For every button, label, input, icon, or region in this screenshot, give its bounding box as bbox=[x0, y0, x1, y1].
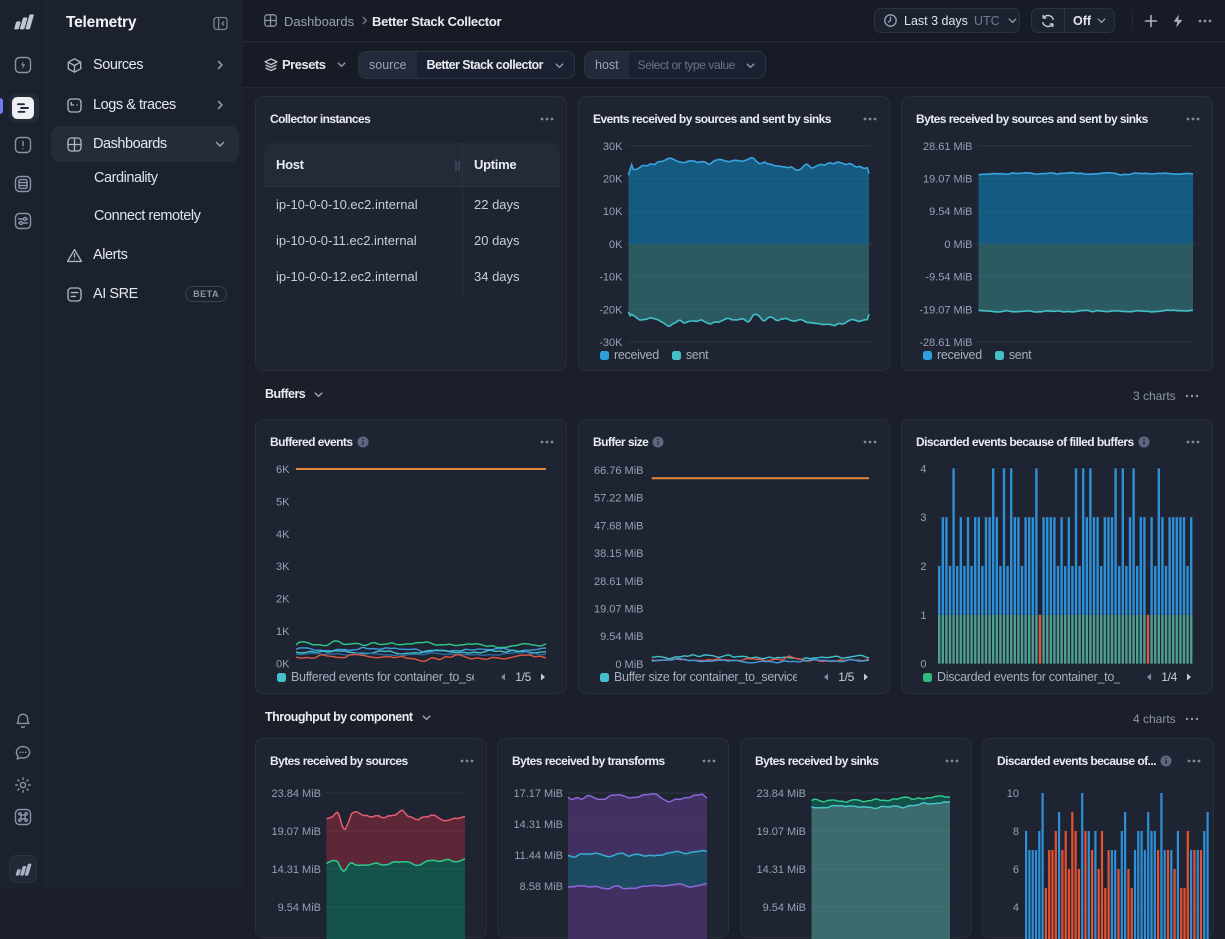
svg-text:10: 10 bbox=[1007, 788, 1019, 800]
svg-text:14.31 MiB: 14.31 MiB bbox=[513, 819, 563, 831]
svg-text:-10K: -10K bbox=[599, 272, 623, 284]
svg-text:2K: 2K bbox=[276, 594, 290, 606]
svg-text:-9.54 MiB: -9.54 MiB bbox=[925, 272, 972, 284]
svg-text:5K: 5K bbox=[276, 496, 290, 508]
svg-text:4: 4 bbox=[920, 463, 926, 475]
svg-text:3K: 3K bbox=[276, 561, 290, 573]
svg-text:23.84 MiB: 23.84 MiB bbox=[756, 788, 806, 800]
svg-text:17.17 MiB: 17.17 MiB bbox=[513, 788, 563, 800]
svg-text:19.07 MiB: 19.07 MiB bbox=[594, 604, 644, 616]
svg-text:-19.07 MiB: -19.07 MiB bbox=[919, 304, 972, 316]
svg-text:1K: 1K bbox=[276, 626, 290, 638]
svg-text:0K: 0K bbox=[609, 239, 623, 251]
svg-text:6: 6 bbox=[1013, 864, 1019, 876]
svg-text:14.31 MiB: 14.31 MiB bbox=[756, 864, 806, 876]
svg-text:9.54 MiB: 9.54 MiB bbox=[929, 206, 972, 218]
svg-text:14.31 MiB: 14.31 MiB bbox=[271, 864, 321, 876]
svg-text:8: 8 bbox=[1013, 826, 1019, 838]
svg-text:10K: 10K bbox=[603, 206, 623, 218]
svg-text:0 MiB: 0 MiB bbox=[944, 239, 972, 251]
svg-text:9.54 MiB: 9.54 MiB bbox=[600, 631, 643, 643]
svg-text:38.15 MiB: 38.15 MiB bbox=[594, 548, 644, 560]
svg-text:3: 3 bbox=[920, 512, 926, 524]
svg-text:28.61 MiB: 28.61 MiB bbox=[594, 576, 644, 588]
svg-text:19.07 MiB: 19.07 MiB bbox=[271, 826, 321, 838]
svg-text:47.68 MiB: 47.68 MiB bbox=[594, 520, 644, 532]
svg-text:20K: 20K bbox=[603, 174, 623, 186]
svg-text:11.44 MiB: 11.44 MiB bbox=[514, 850, 563, 862]
svg-text:23.84 MiB: 23.84 MiB bbox=[271, 788, 321, 800]
svg-text:19.07 MiB: 19.07 MiB bbox=[756, 826, 806, 838]
svg-text:8.58 MiB: 8.58 MiB bbox=[520, 881, 563, 893]
svg-text:9.54 MiB: 9.54 MiB bbox=[763, 902, 806, 914]
svg-text:66.76 MiB: 66.76 MiB bbox=[594, 465, 644, 477]
svg-text:57.22 MiB: 57.22 MiB bbox=[594, 493, 644, 505]
svg-text:6K: 6K bbox=[276, 464, 290, 476]
svg-text:28.61 MiB: 28.61 MiB bbox=[923, 141, 973, 153]
svg-text:19.07 MiB: 19.07 MiB bbox=[923, 174, 973, 186]
svg-text:4K: 4K bbox=[276, 529, 290, 541]
svg-text:-20K: -20K bbox=[599, 304, 623, 316]
svg-text:30K: 30K bbox=[603, 141, 623, 153]
svg-text:9.54 MiB: 9.54 MiB bbox=[278, 902, 321, 914]
svg-text:4: 4 bbox=[1013, 902, 1019, 914]
svg-text:2: 2 bbox=[920, 561, 926, 573]
svg-text:1: 1 bbox=[920, 610, 926, 622]
